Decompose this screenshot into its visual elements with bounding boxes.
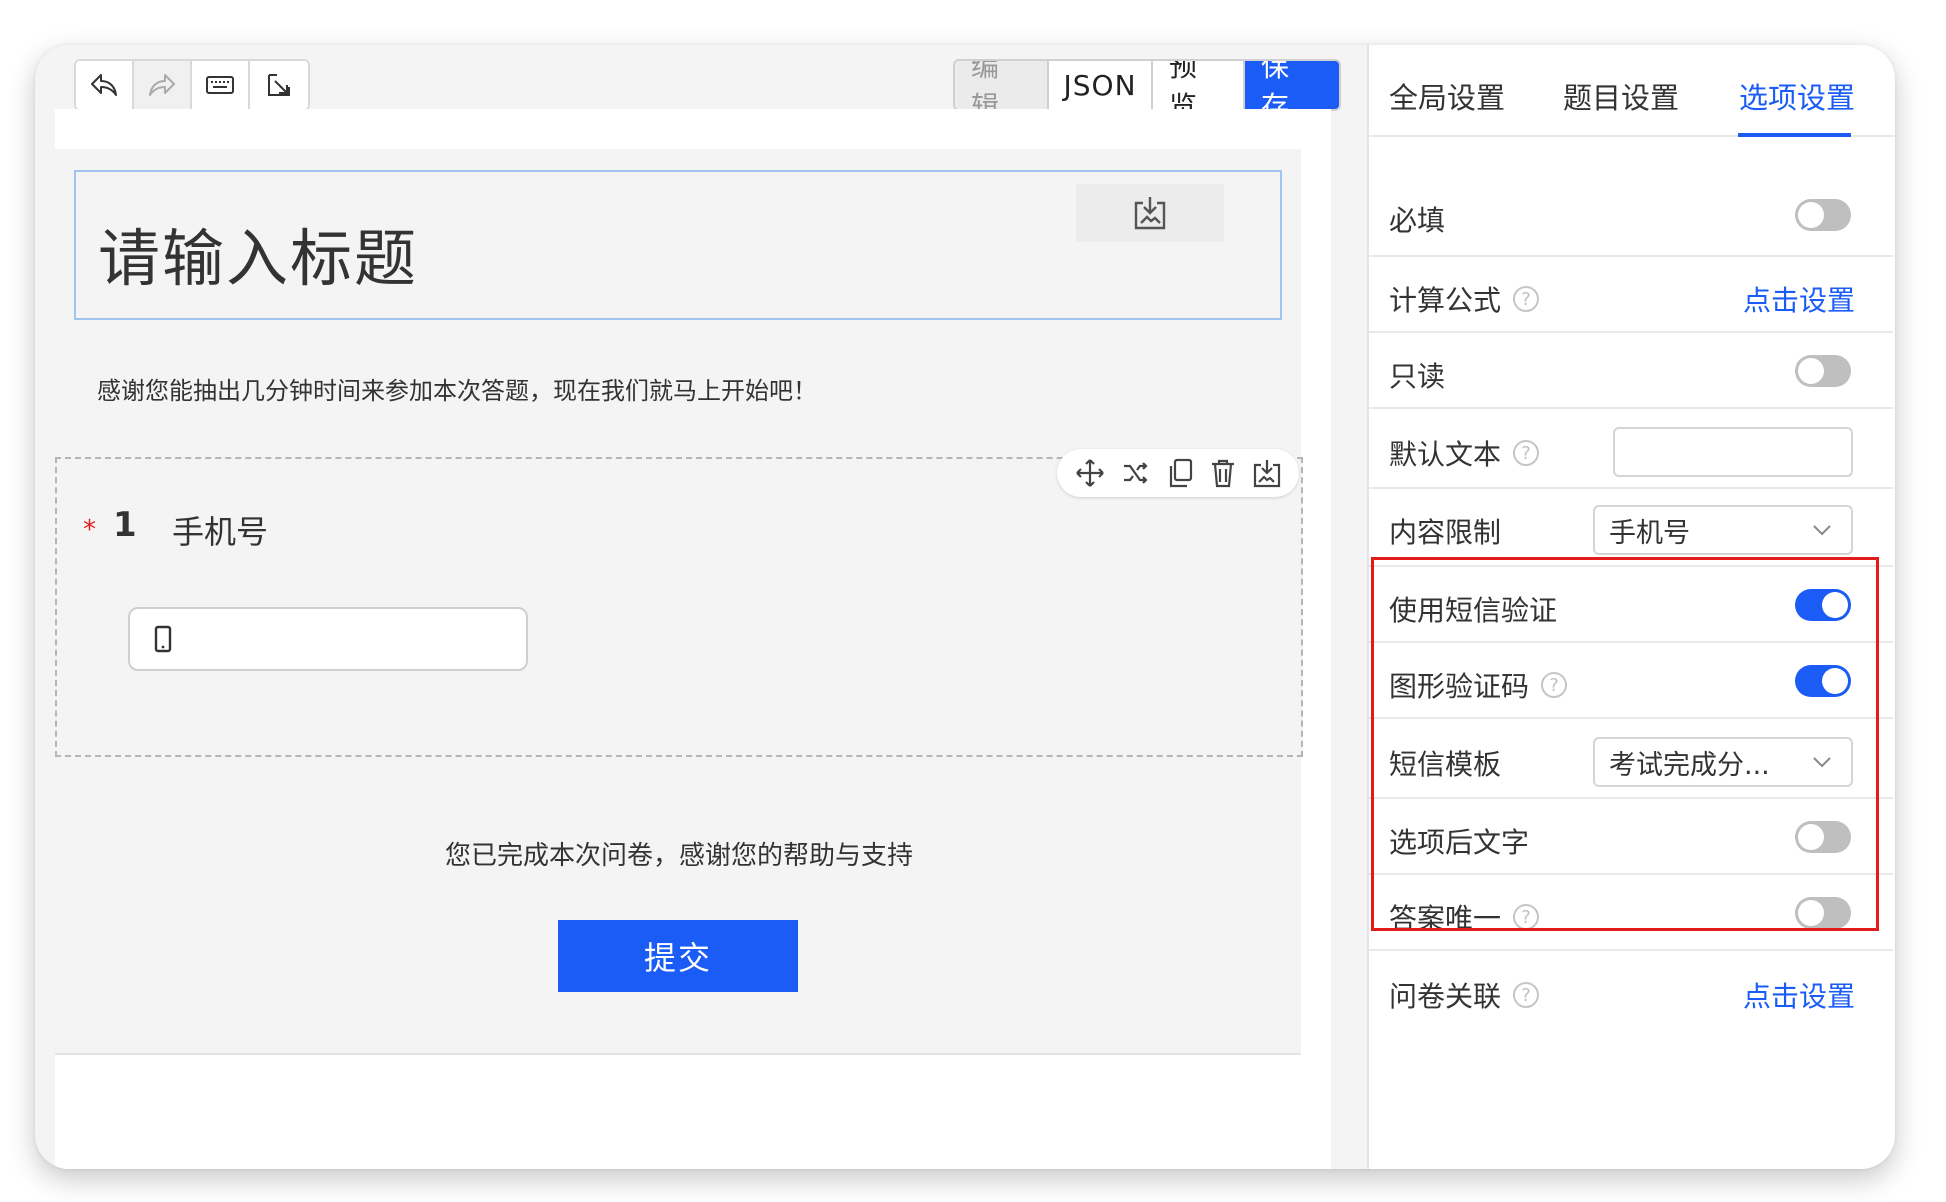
finish-text[interactable]: 您已完成本次问卷，感谢您的帮助与支持 xyxy=(55,835,1303,872)
keyboard-icon xyxy=(206,76,234,94)
help-icon[interactable]: ? xyxy=(1513,440,1540,466)
required-mark: * xyxy=(83,515,96,545)
setting-label-formula: 计算公式 ? xyxy=(1389,279,1540,319)
tab-question-settings[interactable]: 题目设置 xyxy=(1563,75,1679,117)
import-icon xyxy=(268,74,290,96)
help-icon[interactable]: ? xyxy=(1513,286,1540,312)
setting-row-readonly: 只读 xyxy=(1369,333,1893,409)
canvas-gutter xyxy=(1301,109,1331,1169)
setting-row-formula: 计算公式 ? 点击设置 xyxy=(1369,257,1893,333)
save-to-library-icon xyxy=(1134,197,1166,230)
content-limit-select[interactable]: 手机号 xyxy=(1593,505,1853,555)
toolbar: 编 辑 JSON 预 览 保 存 xyxy=(55,53,1361,111)
survey-intro[interactable]: 感谢您能抽出几分钟时间来参加本次答题，现在我们就马上开始吧！ xyxy=(97,371,817,406)
import-button[interactable] xyxy=(250,61,308,109)
question-number: 1 xyxy=(113,505,137,545)
question-actions xyxy=(1057,449,1299,497)
submit-button[interactable]: 提交 xyxy=(558,920,798,992)
highlight-box xyxy=(1371,557,1879,931)
setting-row-survey-link: 问卷关联 ? 点击设置 xyxy=(1369,951,1893,1027)
setting-label-content-limit: 内容限制 xyxy=(1389,516,1502,549)
json-mode-button[interactable]: JSON xyxy=(1049,61,1153,109)
content-limit-value: 手机号 xyxy=(1609,517,1690,549)
default-text-label: 默认文本 xyxy=(1389,438,1502,471)
setting-label-required: 必填 xyxy=(1389,204,1446,237)
save-button[interactable]: 保 存 xyxy=(1245,61,1339,109)
readonly-toggle[interactable] xyxy=(1795,355,1851,387)
chevron-down-icon xyxy=(1813,525,1831,536)
redo-button[interactable] xyxy=(134,61,192,109)
redo-icon xyxy=(149,74,175,96)
history-tool-group xyxy=(74,59,310,111)
title-save-button[interactable] xyxy=(1076,184,1224,242)
question-label[interactable]: 手机号 xyxy=(172,507,268,553)
help-icon[interactable]: ? xyxy=(1513,982,1540,1008)
setting-label-readonly: 只读 xyxy=(1389,360,1446,393)
mobile-phone-icon xyxy=(154,625,172,653)
default-text-input[interactable] xyxy=(1613,427,1853,477)
delete-icon[interactable] xyxy=(1210,458,1236,488)
canvas-top-strip xyxy=(55,109,1331,149)
formula-label: 计算公式 xyxy=(1389,284,1502,317)
tab-global-settings[interactable]: 全局设置 xyxy=(1389,75,1505,117)
survey-link-settings-link[interactable]: 点击设置 xyxy=(1743,975,1855,1015)
mode-switch: 编 辑 JSON 预 览 保 存 xyxy=(953,59,1341,111)
canvas-bottom-area xyxy=(55,1053,1301,1169)
shuffle-icon[interactable] xyxy=(1122,460,1150,486)
setting-row-default-text: 默认文本 ? xyxy=(1369,409,1893,489)
survey-link-label: 问卷关联 xyxy=(1389,980,1502,1013)
required-toggle[interactable] xyxy=(1795,199,1851,231)
undo-icon xyxy=(91,74,117,96)
setting-label-default-text: 默认文本 ? xyxy=(1389,433,1540,473)
survey-title-box[interactable]: 请输入标题 xyxy=(74,170,1282,320)
formula-settings-link[interactable]: 点击设置 xyxy=(1743,279,1855,319)
setting-row-required: 必填 xyxy=(1369,137,1893,257)
copy-icon[interactable] xyxy=(1167,458,1193,488)
edit-mode-button[interactable]: 编 辑 xyxy=(955,61,1049,109)
phone-input[interactable] xyxy=(128,607,528,671)
keyboard-button[interactable] xyxy=(192,61,250,109)
app-window: 编 辑 JSON 预 览 保 存 请输入标题 感谢您能抽出几分钟时间来参加本次答… xyxy=(35,45,1895,1169)
preview-mode-button[interactable]: 预 览 xyxy=(1153,61,1245,109)
undo-button[interactable] xyxy=(76,61,134,109)
move-icon[interactable] xyxy=(1075,458,1105,488)
setting-row-content-limit: 内容限制 手机号 xyxy=(1369,489,1893,567)
settings-tabs: 全局设置 题目设置 选项设置 xyxy=(1369,45,1895,137)
tab-option-settings[interactable]: 选项设置 xyxy=(1739,75,1855,117)
setting-label-survey-link: 问卷关联 ? xyxy=(1389,975,1540,1015)
survey-title[interactable]: 请输入标题 xyxy=(98,208,418,298)
save-question-icon[interactable] xyxy=(1253,458,1281,488)
